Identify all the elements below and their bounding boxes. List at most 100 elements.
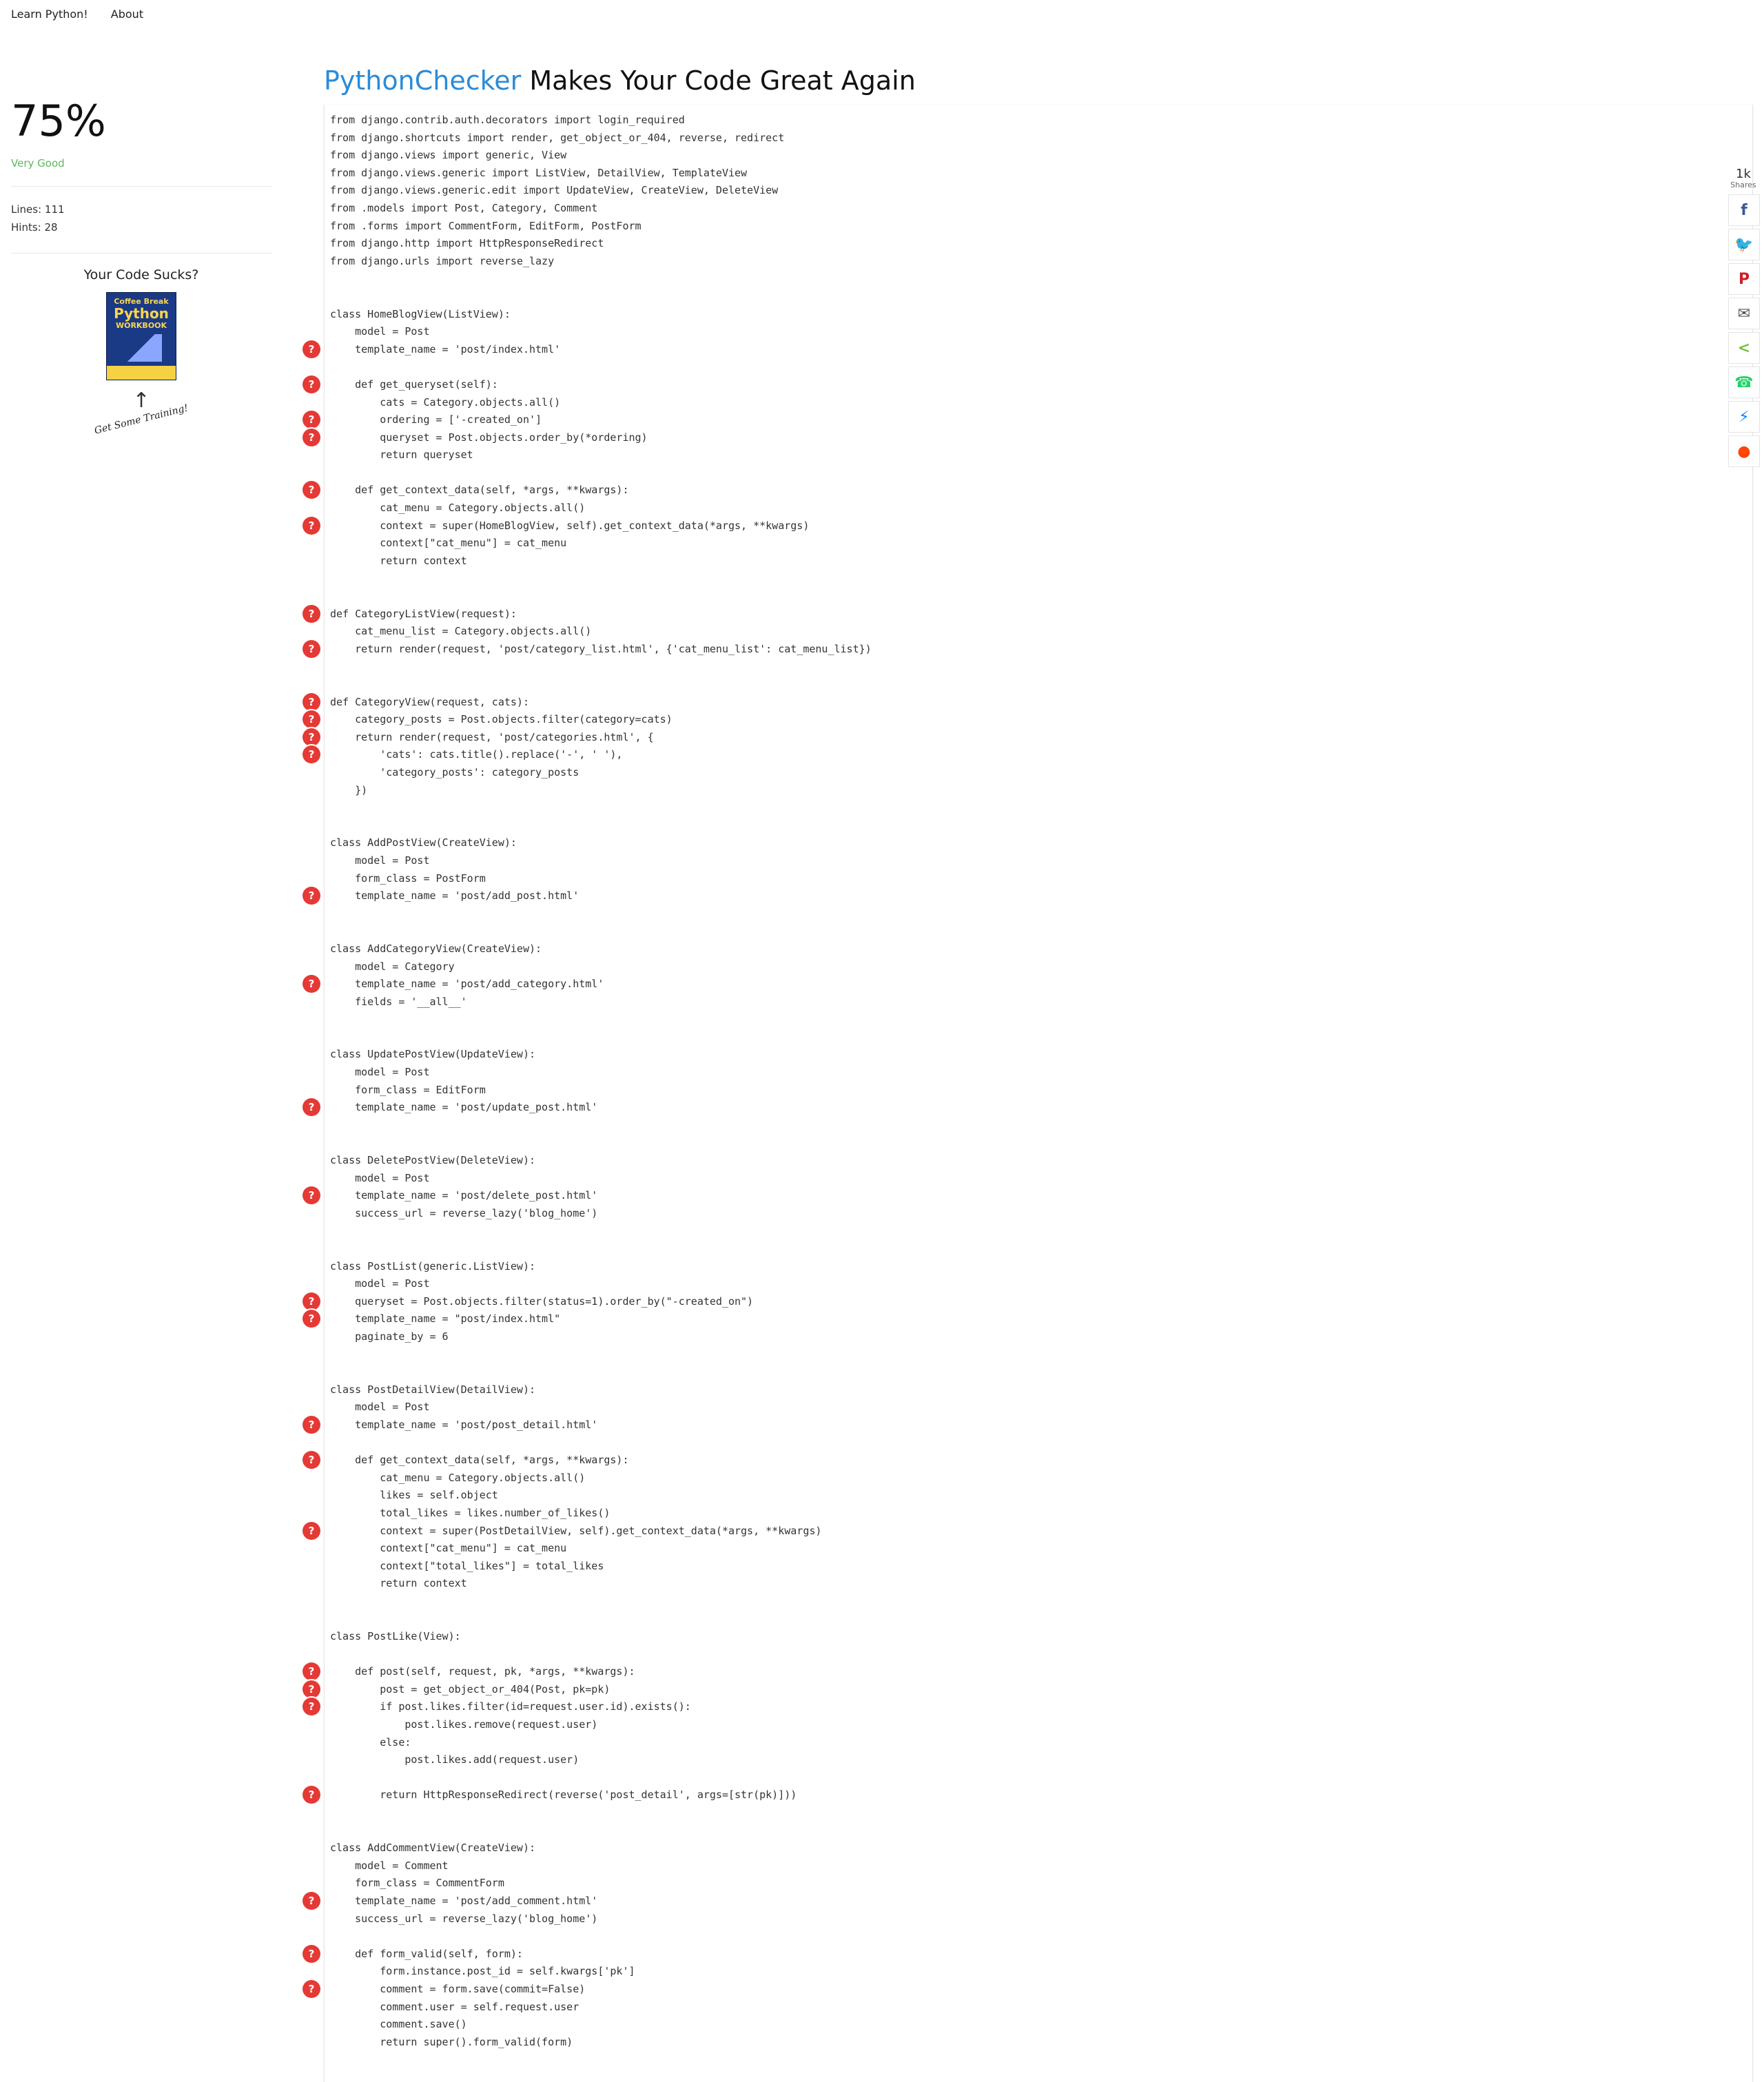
code-line: class UpdatePostView(UpdateView): — [330, 1046, 1743, 1064]
code-line: class AddCategoryView(CreateView): — [330, 940, 1743, 958]
hint-icon[interactable]: ? — [302, 481, 320, 499]
code-line: class DeletePostView(DeleteView): — [330, 1152, 1743, 1170]
hint-icon[interactable]: ? — [302, 728, 320, 746]
code-line: form.instance.post_id = self.kwargs['pk'… — [330, 1963, 1743, 1981]
code-line: model = Post — [330, 852, 1743, 870]
code-line: comment.save() — [330, 2016, 1743, 2034]
code-line: total_likes = likes.number_of_likes() — [330, 1505, 1743, 1523]
code-line: model = Category — [330, 958, 1743, 976]
hint-icon[interactable]: ? — [302, 1098, 320, 1117]
code-line: model = Post — [330, 323, 1743, 341]
share-icon[interactable]: < — [1728, 332, 1760, 364]
facebook-icon[interactable]: f — [1728, 194, 1760, 226]
book-title-line1: Coffee Break — [114, 297, 169, 306]
hint-icon[interactable]: ? — [302, 745, 320, 764]
whatsapp-icon[interactable]: ☎ — [1728, 367, 1760, 398]
code-text: cat_menu = Category.objects.all() — [330, 502, 586, 515]
nav-learn-python[interactable]: Learn Python! — [11, 7, 88, 22]
hint-icon[interactable]: ? — [302, 639, 320, 658]
code-text: return super().form_valid(form) — [330, 2035, 573, 2048]
top-nav: Learn Python! About — [11, 7, 163, 22]
code-text: form.instance.post_id = self.kwargs['pk'… — [330, 1965, 635, 1978]
hint-icon[interactable]: ? — [302, 1786, 320, 1804]
messenger-icon[interactable]: ⚡ — [1728, 401, 1760, 433]
hint-icon[interactable]: ? — [302, 710, 320, 729]
code-line: def get_context_data(self, *args, **kwar… — [302, 1451, 1743, 1470]
code-line: comment.user = self.request.user — [330, 1999, 1743, 2017]
hint-icon[interactable]: ? — [302, 1415, 320, 1434]
hint-icon[interactable]: ? — [302, 516, 320, 535]
code-text: post = get_object_or_404(Post, pk=pk) — [330, 1682, 611, 1696]
hint-icon[interactable]: ? — [302, 604, 320, 623]
hint-icon[interactable]: ? — [302, 1451, 320, 1470]
hint-icon[interactable]: ? — [302, 1891, 320, 1910]
code-line: class PostLike(View): — [330, 1628, 1743, 1646]
pinterest-icon[interactable]: P — [1728, 263, 1760, 295]
code-text: template_name = 'post/add_comment.html' — [330, 1894, 598, 1907]
hint-icon[interactable]: ? — [302, 375, 320, 393]
hint-icon[interactable]: ? — [302, 1662, 320, 1681]
email-icon[interactable]: ✉ — [1728, 298, 1760, 329]
code-line: form_class = CommentForm — [330, 1875, 1743, 1893]
code-text: total_likes = likes.number_of_likes() — [330, 1506, 611, 1519]
code-text: template_name = "post/index.html" — [330, 1312, 561, 1326]
book-title-line2: Python — [114, 305, 169, 322]
code-line: context["cat_menu"] = cat_menu — [330, 1540, 1743, 1558]
code-line: post = get_object_or_404(Post, pk=pk)? — [302, 1680, 1743, 1699]
code-line: cats = Category.objects.all() — [330, 394, 1743, 412]
cta-title: Your Code Sucks? — [83, 267, 199, 282]
code-text: class AddPostView(CreateView): — [330, 836, 517, 849]
code-text: from .models import Post, Category, Comm… — [330, 201, 598, 214]
reddit-icon[interactable]: ● — [1728, 435, 1760, 467]
hint-icon[interactable]: ? — [302, 1979, 320, 1998]
hint-icon[interactable]: ? — [302, 887, 320, 905]
hint-icon[interactable]: ? — [302, 1521, 320, 1540]
code-line: post.likes.remove(request.user) — [330, 1716, 1743, 1734]
code-line: return super().form_valid(form) — [330, 2034, 1743, 2052]
score-sidebar: 75% Very Good Lines: 111 Hints: 28 Your … — [11, 96, 271, 437]
code-text: class HomeBlogView(ListView): — [330, 307, 511, 320]
code-text: def get_context_data(self, *args, **kwar… — [330, 1454, 629, 1467]
hint-icon[interactable]: ? — [302, 1292, 320, 1310]
code-text: form_class = CommentForm — [330, 1877, 504, 1890]
code-line: template_name = "post/index.html"? — [302, 1310, 1743, 1328]
code-line: }) — [330, 782, 1743, 800]
code-text: from django.http import HttpResponseRedi… — [330, 237, 604, 250]
code-text: model = Post — [330, 325, 430, 338]
code-line: model = Post — [330, 1275, 1743, 1293]
code-line: def CategoryListView(request):? — [302, 604, 1743, 623]
hint-icon[interactable]: ? — [302, 975, 320, 993]
code-text: template_name = 'post/index.html' — [330, 342, 561, 355]
hint-icon[interactable]: ? — [302, 1186, 320, 1205]
hint-icon[interactable]: ? — [302, 428, 320, 446]
hint-icon[interactable]: ? — [302, 411, 320, 429]
twitter-icon[interactable]: 🐦 — [1728, 229, 1760, 260]
code-line: model = Post — [330, 1399, 1743, 1416]
code-text: from .forms import CommentForm, EditForm… — [330, 219, 642, 232]
code-line: success_url = reverse_lazy('blog_home') — [330, 1205, 1743, 1223]
hint-icon[interactable]: ? — [302, 1698, 320, 1716]
hint-icon[interactable]: ? — [302, 340, 320, 358]
code-lines: from django.contrib.auth.decorators impo… — [302, 112, 1743, 2052]
hint-icon[interactable]: ? — [302, 1310, 320, 1328]
hint-icon[interactable]: ? — [302, 692, 320, 711]
code-line: from django.views.generic.edit import Up… — [330, 182, 1743, 200]
code-line: post.likes.add(request.user) — [330, 1751, 1743, 1769]
code-text: model = Category — [330, 960, 455, 973]
code-line: category_posts = Post.objects.filter(cat… — [302, 710, 1743, 729]
nav-about[interactable]: About — [111, 7, 143, 22]
hint-icon[interactable]: ? — [302, 1680, 320, 1698]
code-text: post.likes.add(request.user) — [330, 1753, 580, 1766]
code-text: class PostDetailView(DetailView): — [330, 1383, 536, 1396]
hint-icon[interactable]: ? — [302, 1944, 320, 1963]
book-cover-link[interactable]: Coffee Break Python WORKBOOK — [106, 292, 176, 380]
